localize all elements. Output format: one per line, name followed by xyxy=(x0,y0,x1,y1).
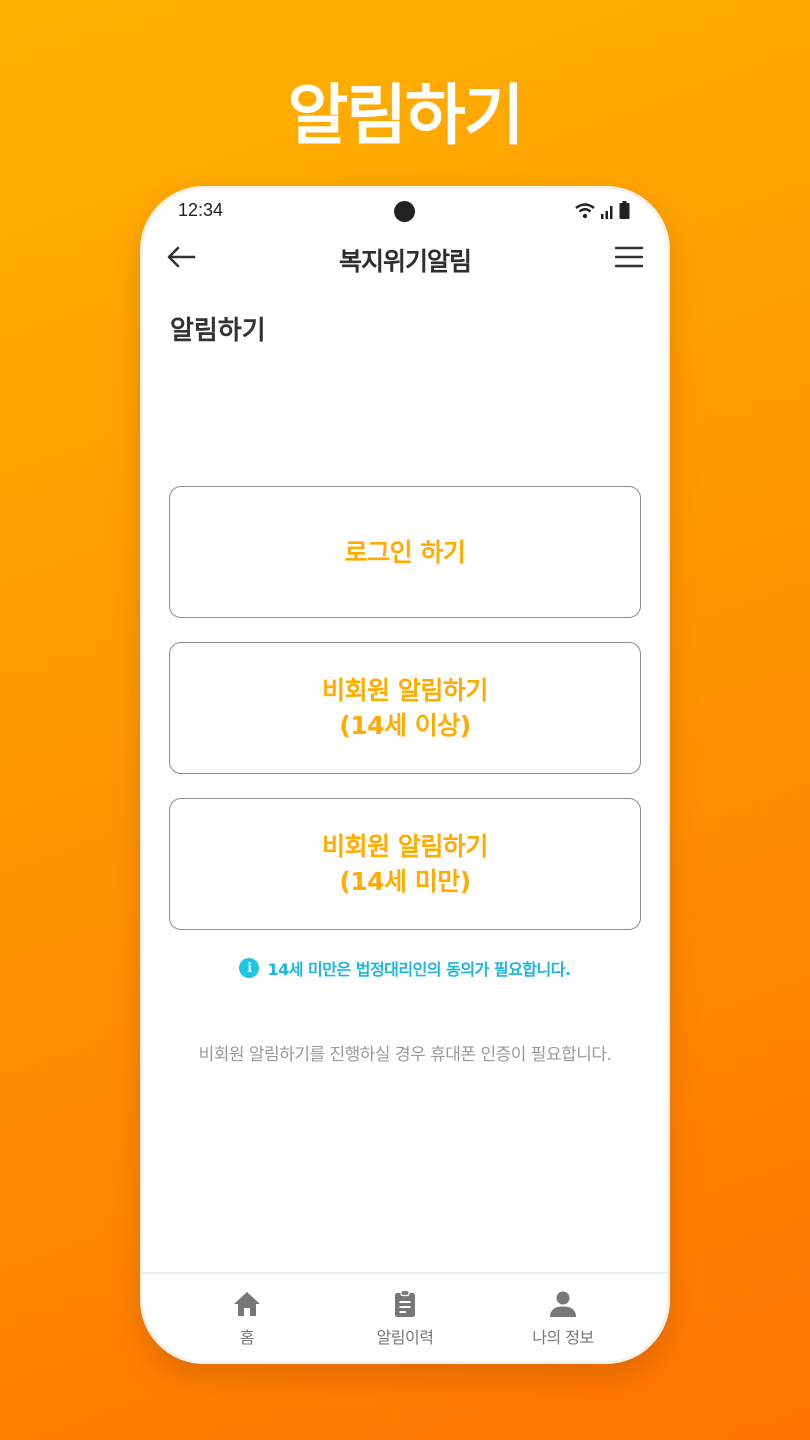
clipboard-icon xyxy=(395,1290,415,1317)
status-icons xyxy=(575,201,630,219)
battery-icon xyxy=(619,201,630,219)
menu-button[interactable] xyxy=(614,244,644,270)
nav-item-home[interactable]: 홈 xyxy=(187,1290,307,1348)
nav-item-my-info[interactable]: 나의 정보 xyxy=(503,1290,623,1348)
login-button-label: 로그인 하기 xyxy=(344,537,466,567)
nav-label-home: 홈 xyxy=(239,1328,255,1347)
login-button[interactable]: 로그인 하기 xyxy=(169,486,641,618)
guest-report-over-14-button[interactable]: 비회원 알림하기 (14세 이상) xyxy=(169,642,641,774)
signal-icon xyxy=(601,206,613,219)
app-title: 복지위기알림 xyxy=(338,247,472,276)
phone-bezel xyxy=(140,186,670,1364)
option-label-line2: (14세 이상) xyxy=(339,711,471,740)
info-icon: i xyxy=(239,958,260,978)
status-bar: 12:34 xyxy=(140,186,670,236)
phone-verification-helper: 비회원 알림하기를 진행하실 경우 휴대폰 인증이 필요합니다. xyxy=(198,1045,612,1065)
status-time: 12:34 xyxy=(178,200,224,220)
wifi-icon xyxy=(575,203,595,219)
option-label-line1: 비회원 알림하기 xyxy=(322,832,488,861)
promo-title: 알림하기 xyxy=(287,77,525,154)
option-label-line1: 비회원 알림하기 xyxy=(322,676,488,705)
camera-cutout xyxy=(394,201,415,222)
nav-label-my-info: 나의 정보 xyxy=(532,1328,594,1347)
page-heading: 알림하기 xyxy=(170,316,266,346)
app-bar: 복지위기알림 xyxy=(140,236,670,280)
person-icon xyxy=(550,1291,576,1317)
nav-label-report-history: 알림이력 xyxy=(376,1328,434,1347)
nav-item-report-history[interactable]: 알림이력 xyxy=(345,1290,465,1348)
home-icon xyxy=(234,1292,260,1316)
guardian-consent-notice: i 14세 미만은 법정대리인의 동의가 필요합니다. xyxy=(140,956,670,980)
phone-frame: 12:34 복지위기알림 알림하기 로그인 하기 비회원 알림하기 (14세 이… xyxy=(140,186,670,1364)
notice-text: 14세 미만은 법정대리인의 동의가 필요합니다. xyxy=(267,960,571,979)
guest-report-under-14-button[interactable]: 비회원 알림하기 (14세 미만) xyxy=(169,798,641,930)
hamburger-menu-icon xyxy=(614,246,644,268)
option-label-line2: (14세 미만) xyxy=(339,867,471,896)
bottom-nav: 홈 알림이력 나의 정보 xyxy=(140,1272,670,1364)
